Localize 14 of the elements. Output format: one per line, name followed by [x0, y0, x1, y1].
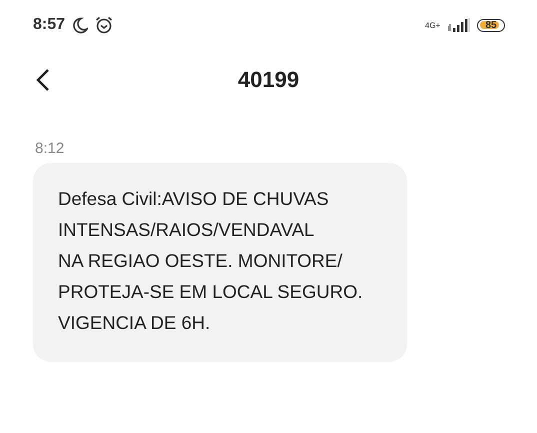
- network-type: 4G+: [425, 20, 441, 30]
- message-line: PROTEJA-SE EM LOCAL SEGURO.: [58, 280, 364, 304]
- message-time: 8:12: [34, 140, 66, 157]
- clock-time: 8:57: [33, 16, 66, 34]
- message-line: Defesa Civil:AVISO DE CHUVAS: [58, 187, 330, 211]
- signal-icon: [448, 18, 470, 32]
- message-line: VIGENCIA DE 6H.: [58, 311, 212, 335]
- message-line: INTENSAS/RAIOS/VENDAVAL: [58, 218, 316, 242]
- battery-level: 85: [484, 20, 498, 30]
- back-icon[interactable]: [36, 68, 50, 92]
- moon-icon: [72, 16, 88, 34]
- message-line: NA REGIAO OESTE. MONITORE/: [58, 249, 344, 273]
- conversation-title: 40199: [238, 67, 300, 93]
- alarm-clock-icon: [95, 16, 114, 34]
